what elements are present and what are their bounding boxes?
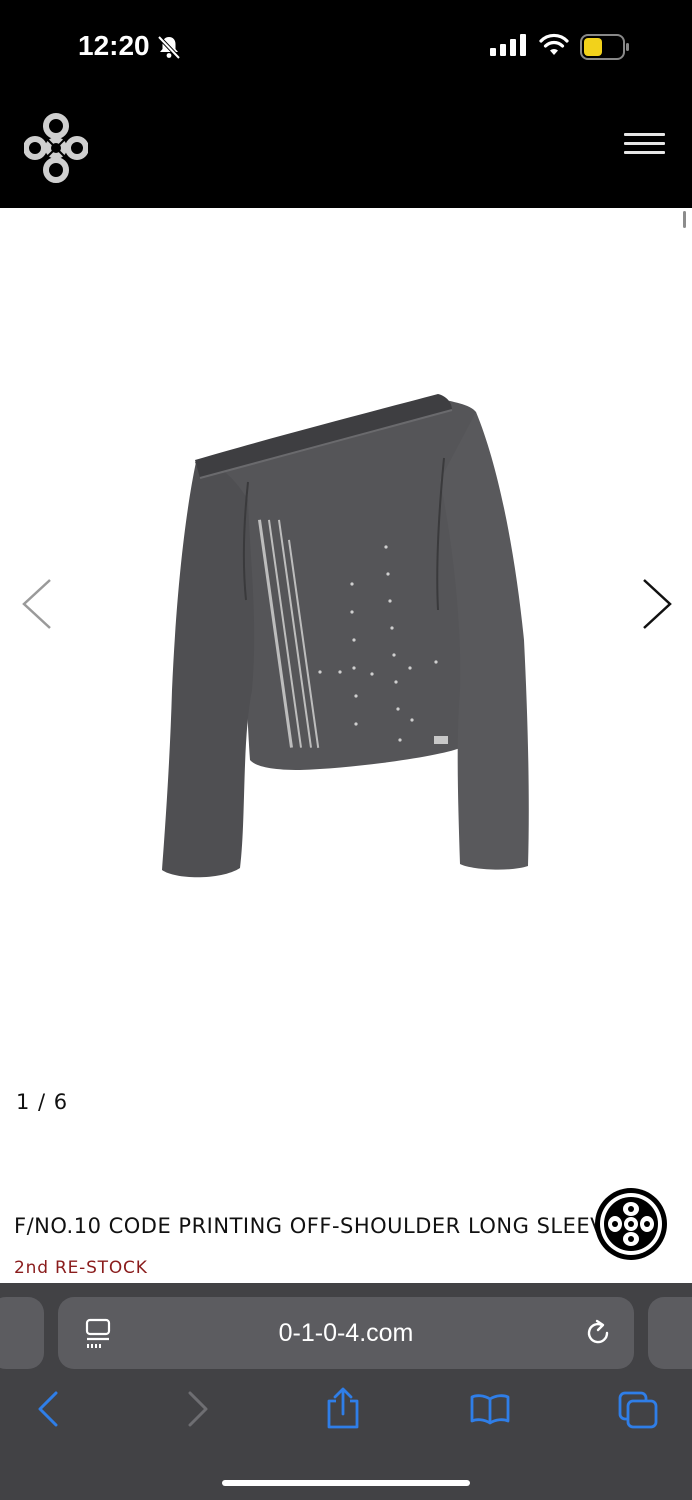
scrollbar[interactable] — [683, 211, 686, 228]
signal-icon — [490, 34, 526, 56]
site-header: 12:20 — [0, 0, 692, 208]
chat-icon — [600, 1193, 662, 1255]
home-indicator — [222, 1480, 470, 1486]
product-gallery[interactable] — [0, 208, 692, 1148]
next-tab-preview[interactable] — [648, 1297, 692, 1369]
product-title: F/NO.10 CODE PRINTING OFF-SHOULDER LONG … — [14, 1214, 619, 1238]
bookmarks-icon[interactable] — [470, 1393, 510, 1425]
gallery-counter: 1 / 6 — [16, 1090, 69, 1114]
restock-badge: 2nd RE-STOCK — [14, 1258, 148, 1278]
status-time: 12:20 — [78, 30, 150, 61]
page: 12:20 1 / 6 F/NO.10 CODE PRINTING OFF-SH… — [0, 0, 692, 1500]
chevron-left-icon[interactable] — [20, 578, 54, 630]
browser-toolbar: 0-1-0-4.com — [0, 1283, 692, 1500]
wifi-icon — [539, 33, 569, 55]
previous-tab-preview[interactable] — [0, 1297, 44, 1369]
chevron-right-icon[interactable] — [640, 578, 674, 630]
forward-icon[interactable] — [186, 1391, 210, 1427]
address-bar[interactable]: 0-1-0-4.com — [58, 1297, 634, 1369]
menu-icon[interactable] — [624, 133, 665, 159]
product-image — [162, 394, 529, 878]
reload-icon[interactable] — [584, 1319, 612, 1347]
brand-logo-icon[interactable] — [24, 112, 88, 184]
url-text: 0-1-0-4.com — [278, 1319, 414, 1347]
back-icon[interactable] — [36, 1391, 60, 1427]
chat-button[interactable] — [595, 1188, 667, 1260]
share-icon[interactable] — [326, 1387, 360, 1429]
tabs-icon[interactable] — [618, 1391, 658, 1429]
battery-icon — [580, 34, 629, 60]
silent-bell-icon — [157, 35, 181, 60]
